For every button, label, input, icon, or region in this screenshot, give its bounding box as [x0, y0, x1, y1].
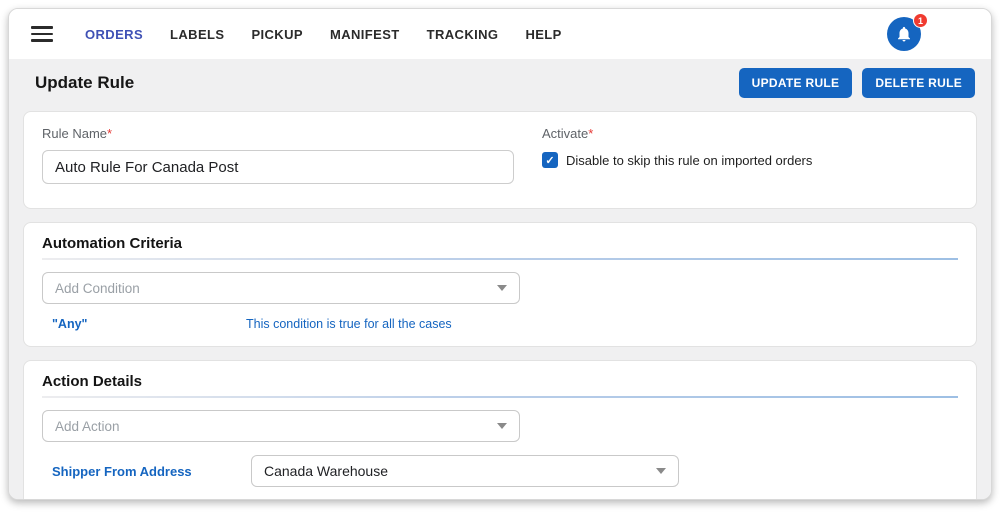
page-content: Update Rule UPDATE RULE DELETE RULE Rule… [9, 59, 991, 499]
action-details-heading: Action Details [42, 373, 143, 390]
required-asterisk: * [588, 126, 594, 141]
activate-checkbox-row[interactable]: ✓ Disable to skip this rule on imported … [542, 152, 812, 168]
header-buttons: UPDATE RULE DELETE RULE [738, 68, 975, 98]
page-header: Update Rule UPDATE RULE DELETE RULE [9, 59, 991, 111]
nav-item-help[interactable]: HELP [525, 27, 561, 42]
nav-item-manifest[interactable]: MANIFEST [330, 27, 400, 42]
chevron-down-icon [497, 423, 507, 429]
activate-checkbox[interactable]: ✓ [542, 152, 558, 168]
activate-checkbox-label: Disable to skip this rule on imported or… [566, 152, 813, 168]
automation-criteria-card: Automation Criteria Add Condition "Any" … [23, 222, 977, 347]
heading-divider [42, 396, 958, 398]
condition-note: This condition is true for all the cases [246, 317, 452, 331]
rule-name-input[interactable] [42, 150, 514, 184]
add-condition-placeholder: Add Condition [55, 280, 140, 296]
shipper-from-address-row: Shipper From Address Canada Warehouse [42, 455, 958, 487]
heading-divider [42, 258, 958, 260]
chevron-down-icon [656, 468, 666, 474]
any-condition-label[interactable]: "Any" [52, 317, 246, 331]
activate-label: Activate* [542, 126, 594, 141]
check-icon: ✓ [545, 154, 555, 167]
app-window: ORDERS LABELS PICKUP MANIFEST TRACKING H… [8, 8, 992, 500]
rule-name-label: Rule Name* [42, 126, 113, 141]
nav-item-labels[interactable]: LABELS [170, 27, 224, 42]
automation-criteria-heading: Automation Criteria [42, 235, 183, 252]
nav-items: ORDERS LABELS PICKUP MANIFEST TRACKING H… [85, 27, 562, 42]
update-rule-button[interactable]: UPDATE RULE [738, 68, 853, 98]
nav-item-pickup[interactable]: PICKUP [251, 27, 303, 42]
chevron-down-icon [497, 285, 507, 291]
delete-rule-button[interactable]: DELETE RULE [862, 68, 975, 98]
rule-card: Rule Name* Activate* ✓ Disable to skip t… [23, 111, 977, 209]
shipper-from-address-value: Canada Warehouse [264, 463, 389, 479]
hamburger-menu-icon[interactable] [31, 22, 53, 46]
nav-item-tracking[interactable]: TRACKING [427, 27, 499, 42]
required-asterisk: * [107, 126, 113, 141]
condition-summary-row: "Any" This condition is true for all the… [42, 317, 958, 331]
activate-field-group: Activate* ✓ Disable to skip this rule on… [542, 126, 812, 184]
add-action-placeholder: Add Action [55, 418, 120, 434]
page-title: Update Rule [35, 73, 135, 92]
shipper-from-address-select[interactable]: Canada Warehouse [251, 455, 679, 487]
nav-item-orders[interactable]: ORDERS [85, 27, 143, 42]
add-action-select[interactable]: Add Action [42, 410, 520, 442]
rule-name-field-group: Rule Name* [42, 126, 542, 184]
notifications-button[interactable]: 1 [887, 13, 928, 51]
notification-count-badge: 1 [913, 13, 928, 28]
action-details-card: Action Details Add Action Shipper From A… [23, 360, 977, 499]
shipper-from-address-label: Shipper From Address [52, 463, 192, 479]
add-condition-select[interactable]: Add Condition [42, 272, 520, 304]
top-navbar: ORDERS LABELS PICKUP MANIFEST TRACKING H… [9, 9, 991, 59]
